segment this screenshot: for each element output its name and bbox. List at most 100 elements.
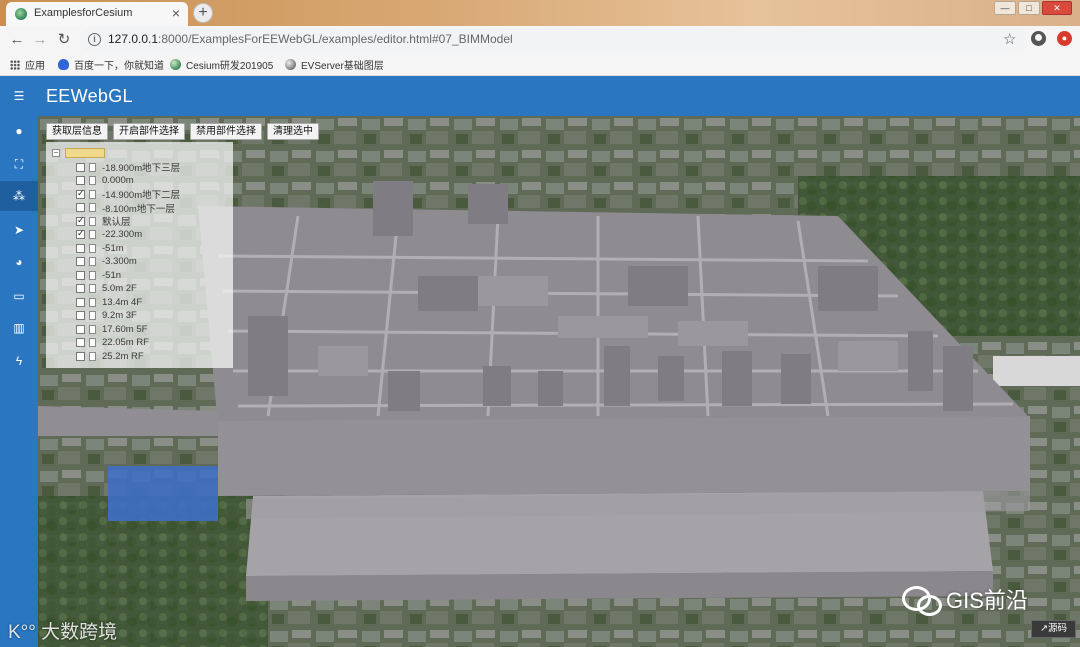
source-code-button[interactable]: ↗源码 — [1031, 620, 1076, 638]
bookmark-label: 百度一下，你就知道 — [74, 61, 164, 72]
extension-icon[interactable]: ● — [1057, 31, 1072, 46]
bookmark-baidu[interactable]: 百度一下，你就知道 — [58, 57, 164, 72]
layer-label: -3.300m — [102, 256, 137, 267]
new-tab-button[interactable]: + — [193, 3, 213, 23]
bookmark-star-icon[interactable]: ☆ — [1003, 30, 1016, 48]
window-controls: — □ ✕ — [994, 1, 1072, 15]
info-icon[interactable]: i — [88, 33, 101, 46]
layer-item[interactable]: 22.05m RF — [76, 337, 149, 349]
browser-tab[interactable]: ExamplesforCesium × — [6, 2, 188, 26]
bookmark-evserver[interactable]: EVServer基础图层 — [285, 57, 384, 72]
layer-label: 13.4m 4F — [102, 296, 143, 308]
layer-label: -51n — [102, 269, 122, 281]
layer-item[interactable]: 25.2m RF — [76, 350, 144, 362]
address-bar[interactable]: i 127.0.0.1:8000/ExamplesForEEWebGL/exam… — [80, 28, 1028, 52]
layer-checkbox[interactable] — [76, 228, 85, 239]
layer-item[interactable]: 9.2m 3F — [76, 310, 137, 322]
pie-chart-icon[interactable]: ◕ — [11, 254, 27, 270]
layer-checkbox[interactable] — [76, 311, 85, 320]
app-title: EEWebGL — [46, 86, 133, 106]
app-window: ExamplesforCesium × + — □ ✕ ← → ↻ i 127.… — [0, 0, 1080, 647]
layer-checkbox[interactable] — [76, 257, 85, 266]
map-icon[interactable]: ▥ — [11, 320, 27, 336]
layer-checkbox[interactable] — [76, 297, 85, 307]
close-window-button[interactable]: ✕ — [1042, 1, 1072, 15]
layer-item[interactable]: -51m — [76, 242, 124, 254]
layer-label: 0.000m — [102, 175, 134, 186]
file-icon — [89, 203, 96, 212]
send-icon[interactable]: ➤ — [11, 222, 27, 238]
layer-checkbox[interactable] — [76, 215, 85, 226]
layer-checkbox[interactable] — [76, 243, 85, 253]
tab-title: ExamplesforCesium — [34, 7, 133, 19]
baidu-paw-icon — [58, 59, 69, 70]
bim-slab-side — [246, 571, 993, 601]
layer-item[interactable]: -8.100m地下一层 — [76, 202, 175, 215]
file-icon — [89, 162, 96, 172]
bim-wing-left — [38, 406, 218, 436]
disable-part-select-button[interactable]: 禁用部件选择 — [190, 123, 262, 140]
browser-toolbar: ← → ↻ i 127.0.0.1:8000/ExamplesForEEWebG… — [0, 26, 1080, 54]
file-icon — [89, 351, 96, 361]
layer-item[interactable]: 5.0m 2F — [76, 283, 137, 295]
get-layer-info-button[interactable]: 获取层信息 — [46, 123, 108, 140]
cesium-3d-viewer[interactable]: 获取层信息 开启部件选择 禁用部件选择 清理选中 − -18.900m地下三层 0… — [38, 116, 1080, 647]
back-arrow-icon[interactable]: ← — [8, 31, 26, 49]
collapse-icon[interactable]: − — [52, 149, 60, 157]
layer-checkbox[interactable] — [76, 188, 85, 199]
layer-checkbox[interactable] — [76, 162, 85, 172]
reload-icon[interactable]: ↻ — [55, 31, 73, 49]
watermark-text: GIS前沿 — [946, 588, 1028, 613]
sidebar: ☰ ● ⛶ ⁂ ➤ ◕ ▭ ▥ ϟ — [0, 76, 38, 647]
layer-item[interactable]: -51n — [76, 269, 121, 281]
cesium-favicon-icon — [15, 8, 27, 20]
minimize-button[interactable]: — — [994, 1, 1016, 15]
layer-item[interactable]: -18.900m地下三层 — [76, 161, 181, 174]
layer-checkbox[interactable] — [76, 176, 85, 185]
layer-label: -18.900m地下三层 — [102, 163, 181, 174]
layer-item[interactable]: -14.900m地下二层 — [76, 188, 181, 201]
model-icon[interactable]: ⁂ — [0, 181, 38, 211]
bookmark-label: Cesium研发201905 — [186, 61, 274, 72]
maximize-button[interactable]: □ — [1018, 1, 1040, 15]
expand-icon[interactable]: ⛶ — [11, 156, 27, 172]
layer-checkbox[interactable] — [76, 203, 85, 212]
bookmarks-bar: 应用 百度一下，你就知道 Cesium研发201905 EVServer基础图层 — [0, 54, 1080, 76]
clear-selection-button[interactable]: 清理选中 — [267, 123, 319, 140]
globe-icon[interactable]: ● — [11, 123, 27, 139]
layer-item[interactable]: 默认层 — [76, 215, 131, 228]
layer-label: 默认层 — [102, 217, 131, 228]
lightning-icon[interactable]: ϟ — [11, 353, 27, 369]
file-icon — [89, 270, 96, 280]
layer-item[interactable]: -22.300m — [76, 228, 142, 241]
layer-item[interactable]: -3.300m — [76, 256, 137, 268]
layer-label: 5.0m 2F — [102, 283, 137, 294]
tree-root[interactable]: − — [52, 147, 105, 159]
layer-label: 25.2m RF — [102, 350, 144, 362]
url-host: 127.0.0.1 — [108, 32, 159, 46]
forward-arrow-icon[interactable]: → — [31, 31, 49, 49]
account-icon[interactable] — [1031, 31, 1046, 46]
file-icon — [89, 189, 96, 199]
layer-label: 9.2m 3F — [102, 310, 137, 321]
bookmark-cesium[interactable]: Cesium研发201905 — [170, 57, 273, 72]
layer-label: -14.900m地下二层 — [102, 190, 181, 201]
cesium-globe-icon — [170, 59, 181, 70]
bookmark-label: EVServer基础图层 — [301, 61, 384, 72]
layer-item[interactable]: 17.60m 5F — [76, 323, 147, 335]
layer-checkbox[interactable] — [76, 338, 85, 347]
bookmark-apps[interactable]: 应用 — [10, 57, 45, 72]
list-icon[interactable]: ☰ — [11, 88, 27, 104]
url-path: :8000/ExamplesForEEWebGL/examples/editor… — [158, 32, 513, 46]
layer-item[interactable]: 13.4m 4F — [76, 296, 142, 308]
wechat-icon — [902, 586, 942, 616]
monitor-icon[interactable]: ▭ — [11, 288, 27, 304]
enable-part-select-button[interactable]: 开启部件选择 — [113, 123, 185, 140]
blue-roof — [108, 466, 218, 521]
layer-checkbox[interactable] — [76, 324, 85, 334]
layer-checkbox[interactable] — [76, 284, 85, 293]
layer-checkbox[interactable] — [76, 351, 85, 361]
layer-checkbox[interactable] — [76, 270, 85, 280]
layer-item[interactable]: 0.000m — [76, 175, 134, 187]
tab-close-icon[interactable]: × — [172, 5, 180, 21]
